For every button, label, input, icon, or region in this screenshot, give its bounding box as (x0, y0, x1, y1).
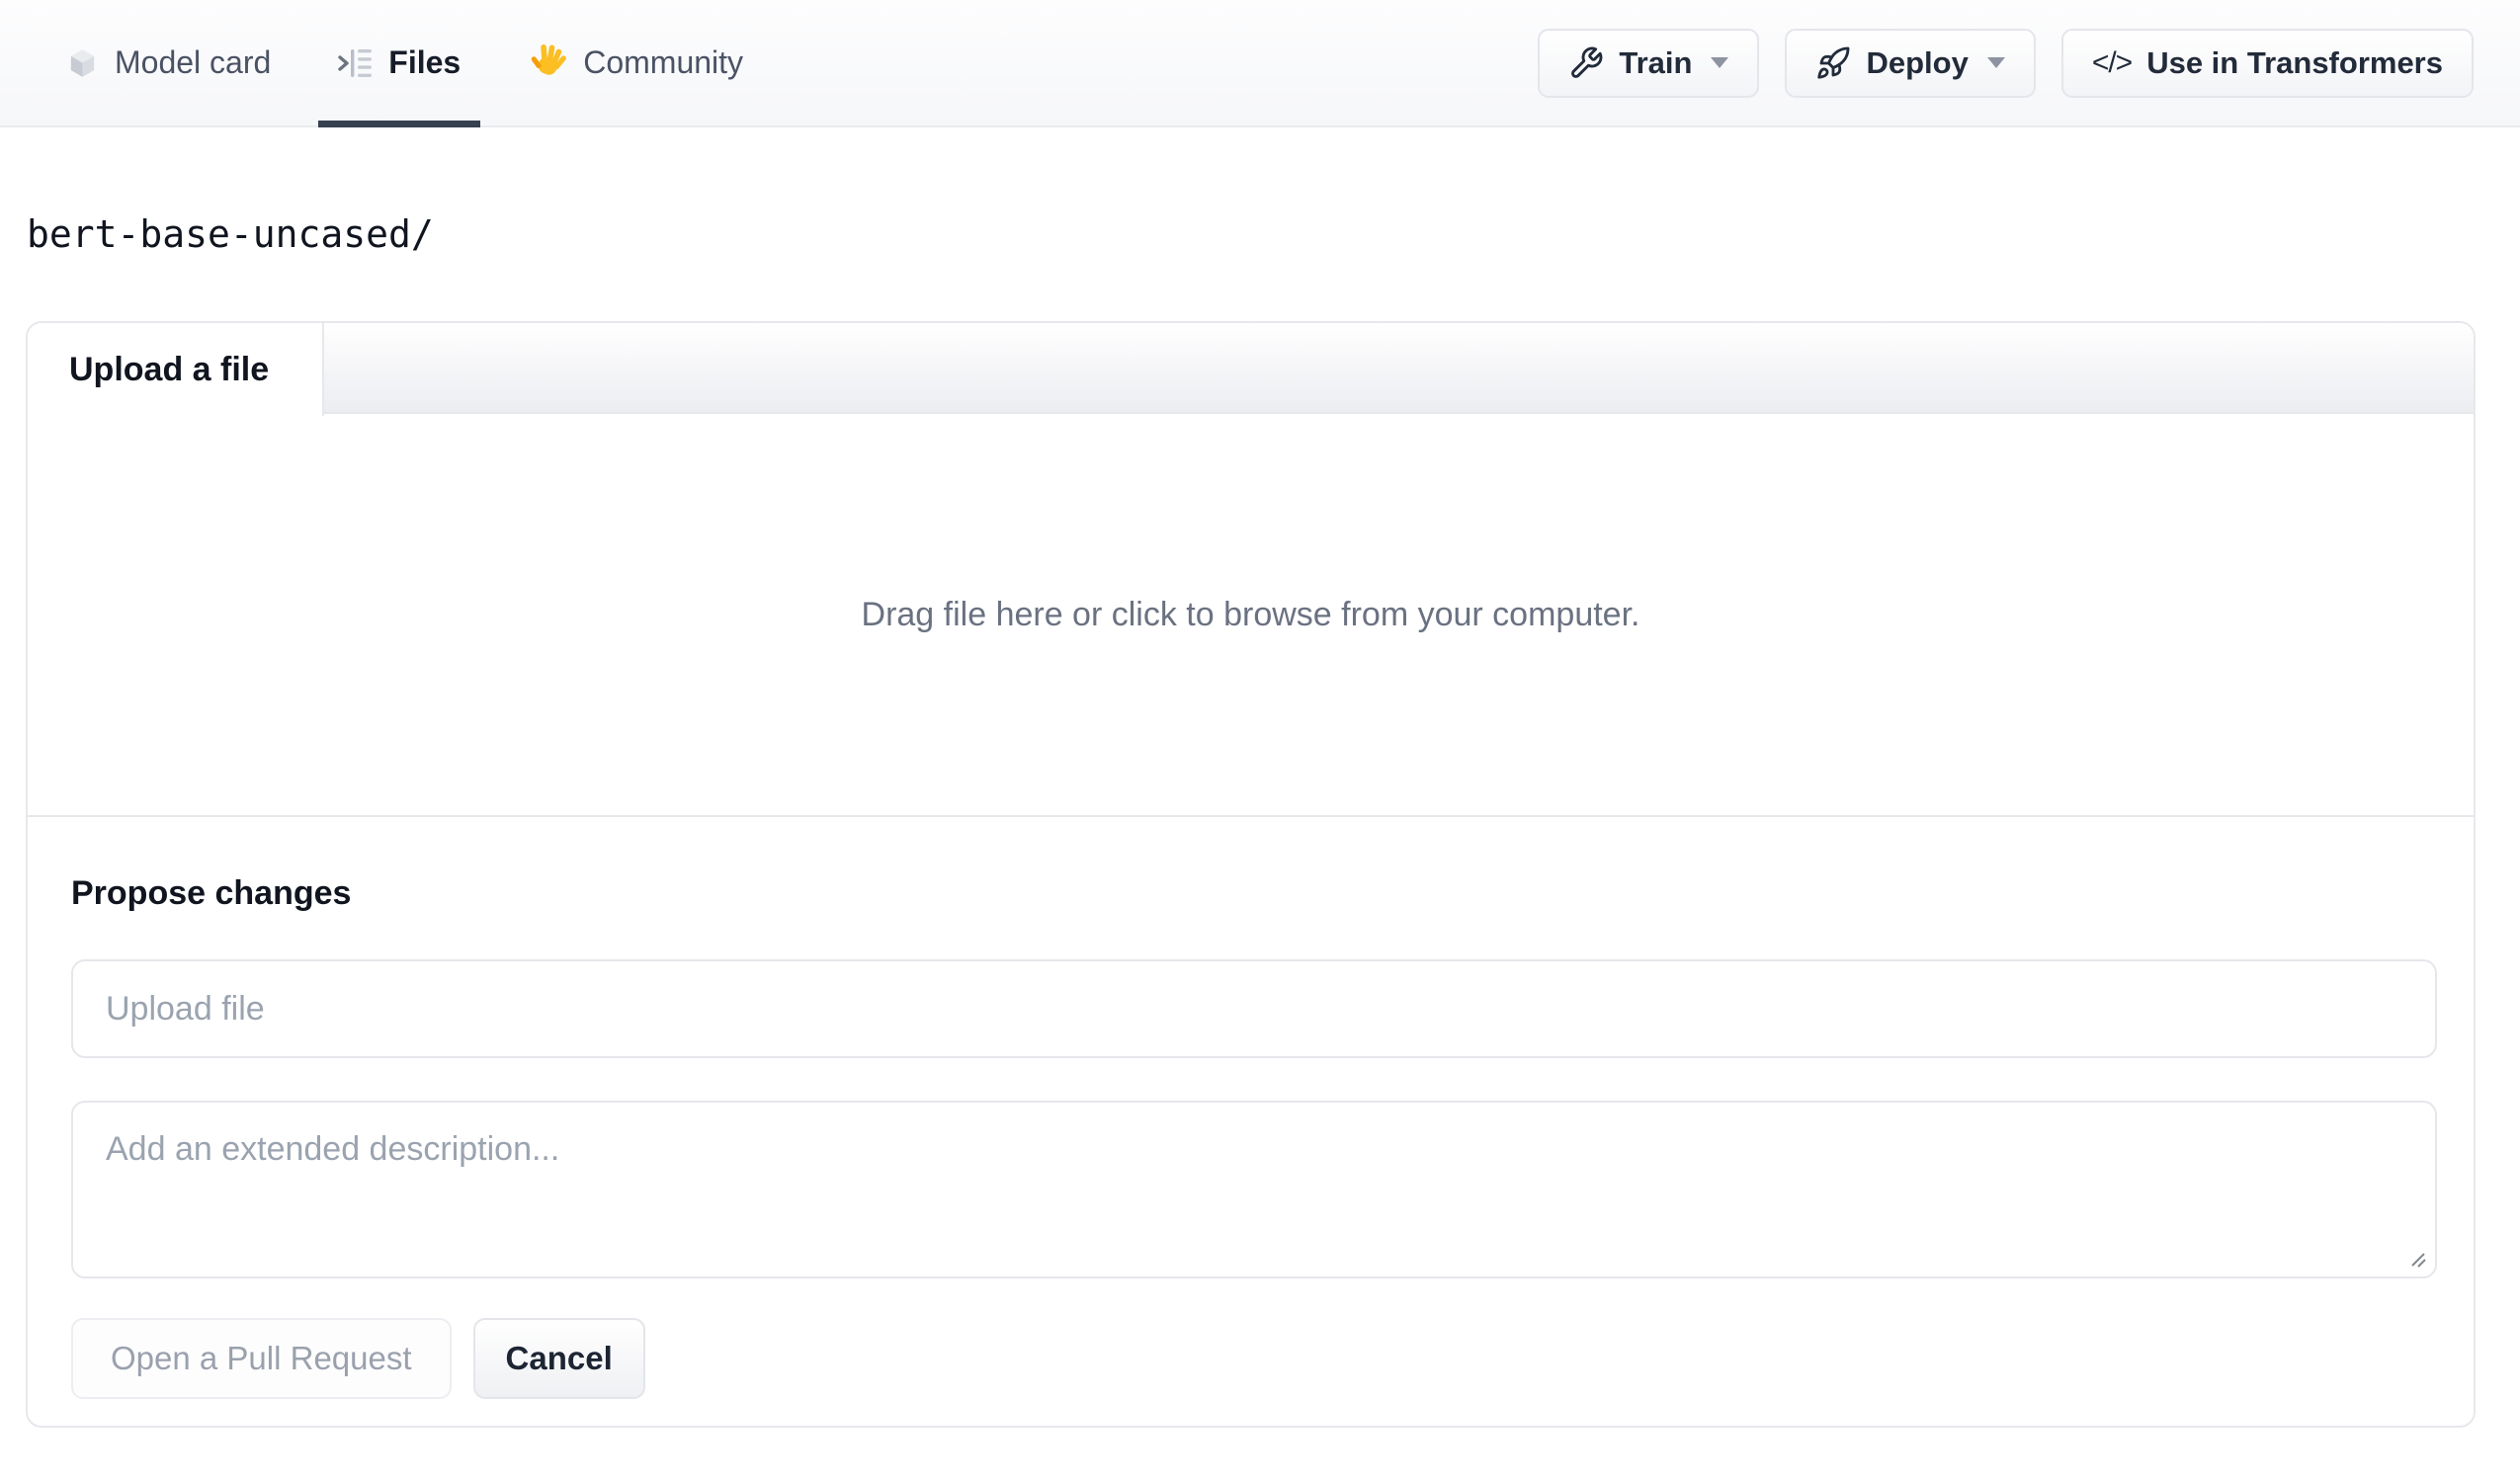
cancel-button[interactable]: Cancel (472, 1318, 645, 1399)
propose-changes-heading: Propose changes (71, 874, 352, 912)
chevron-down-icon (1711, 57, 1729, 68)
chevron-down-icon (1986, 57, 2005, 68)
use-in-transformers-button[interactable]: </> Use in Transformers (2060, 28, 2474, 98)
resize-grip-icon[interactable] (2408, 1250, 2428, 1270)
deploy-button-label: Deploy (1866, 44, 1969, 80)
open-pull-request-button[interactable]: Open a Pull Request (71, 1318, 452, 1399)
propose-changes-section: Propose changes Open a Pull Request Canc… (28, 815, 2474, 1399)
extended-description-textarea[interactable] (71, 1101, 2437, 1278)
propose-actions-row: Open a Pull Request Cancel (71, 1318, 2430, 1399)
file-tree-icon (338, 48, 373, 78)
wrench-icon (1568, 45, 1604, 81)
upload-file-input[interactable] (71, 959, 2437, 1058)
repo-action-buttons: Train Deploy </> Use in Transformers (1538, 28, 2474, 98)
file-dropzone[interactable]: Drag file here or click to browse from y… (28, 414, 2474, 815)
cube-icon (66, 46, 99, 80)
active-tab-underline (318, 121, 481, 127)
description-field-wrap (71, 1101, 2437, 1278)
tab-community-label: Community (583, 44, 744, 80)
deploy-button[interactable]: Deploy (1785, 28, 2036, 98)
upload-card-tabbar: Upload a file (28, 323, 2474, 416)
tab-community[interactable]: Community (508, 0, 763, 125)
repo-nav-tabs: Model card Files Community (46, 0, 763, 127)
tab-upload-a-file[interactable]: Upload a file (28, 323, 324, 416)
repo-nav-bar: Model card Files Community Train Deploy … (0, 0, 2520, 127)
rocket-icon (1815, 45, 1851, 81)
train-button-label: Train (1619, 44, 1693, 80)
tab-model-card-label: Model card (115, 44, 272, 80)
upload-card: Upload a file Drag file here or click to… (26, 321, 2476, 1428)
tab-files[interactable]: Files (318, 0, 481, 127)
dropzone-hint-text: Drag file here or click to browse from y… (861, 595, 1640, 633)
tab-model-card[interactable]: Model card (46, 0, 291, 125)
breadcrumb[interactable]: bert-base-uncased/ (27, 212, 434, 256)
train-button[interactable]: Train (1538, 28, 1760, 98)
code-icon: </> (2091, 45, 2133, 79)
waving-hand-emoji (528, 43, 567, 83)
use-in-transformers-label: Use in Transformers (2146, 44, 2443, 80)
tab-files-label: Files (388, 44, 462, 80)
